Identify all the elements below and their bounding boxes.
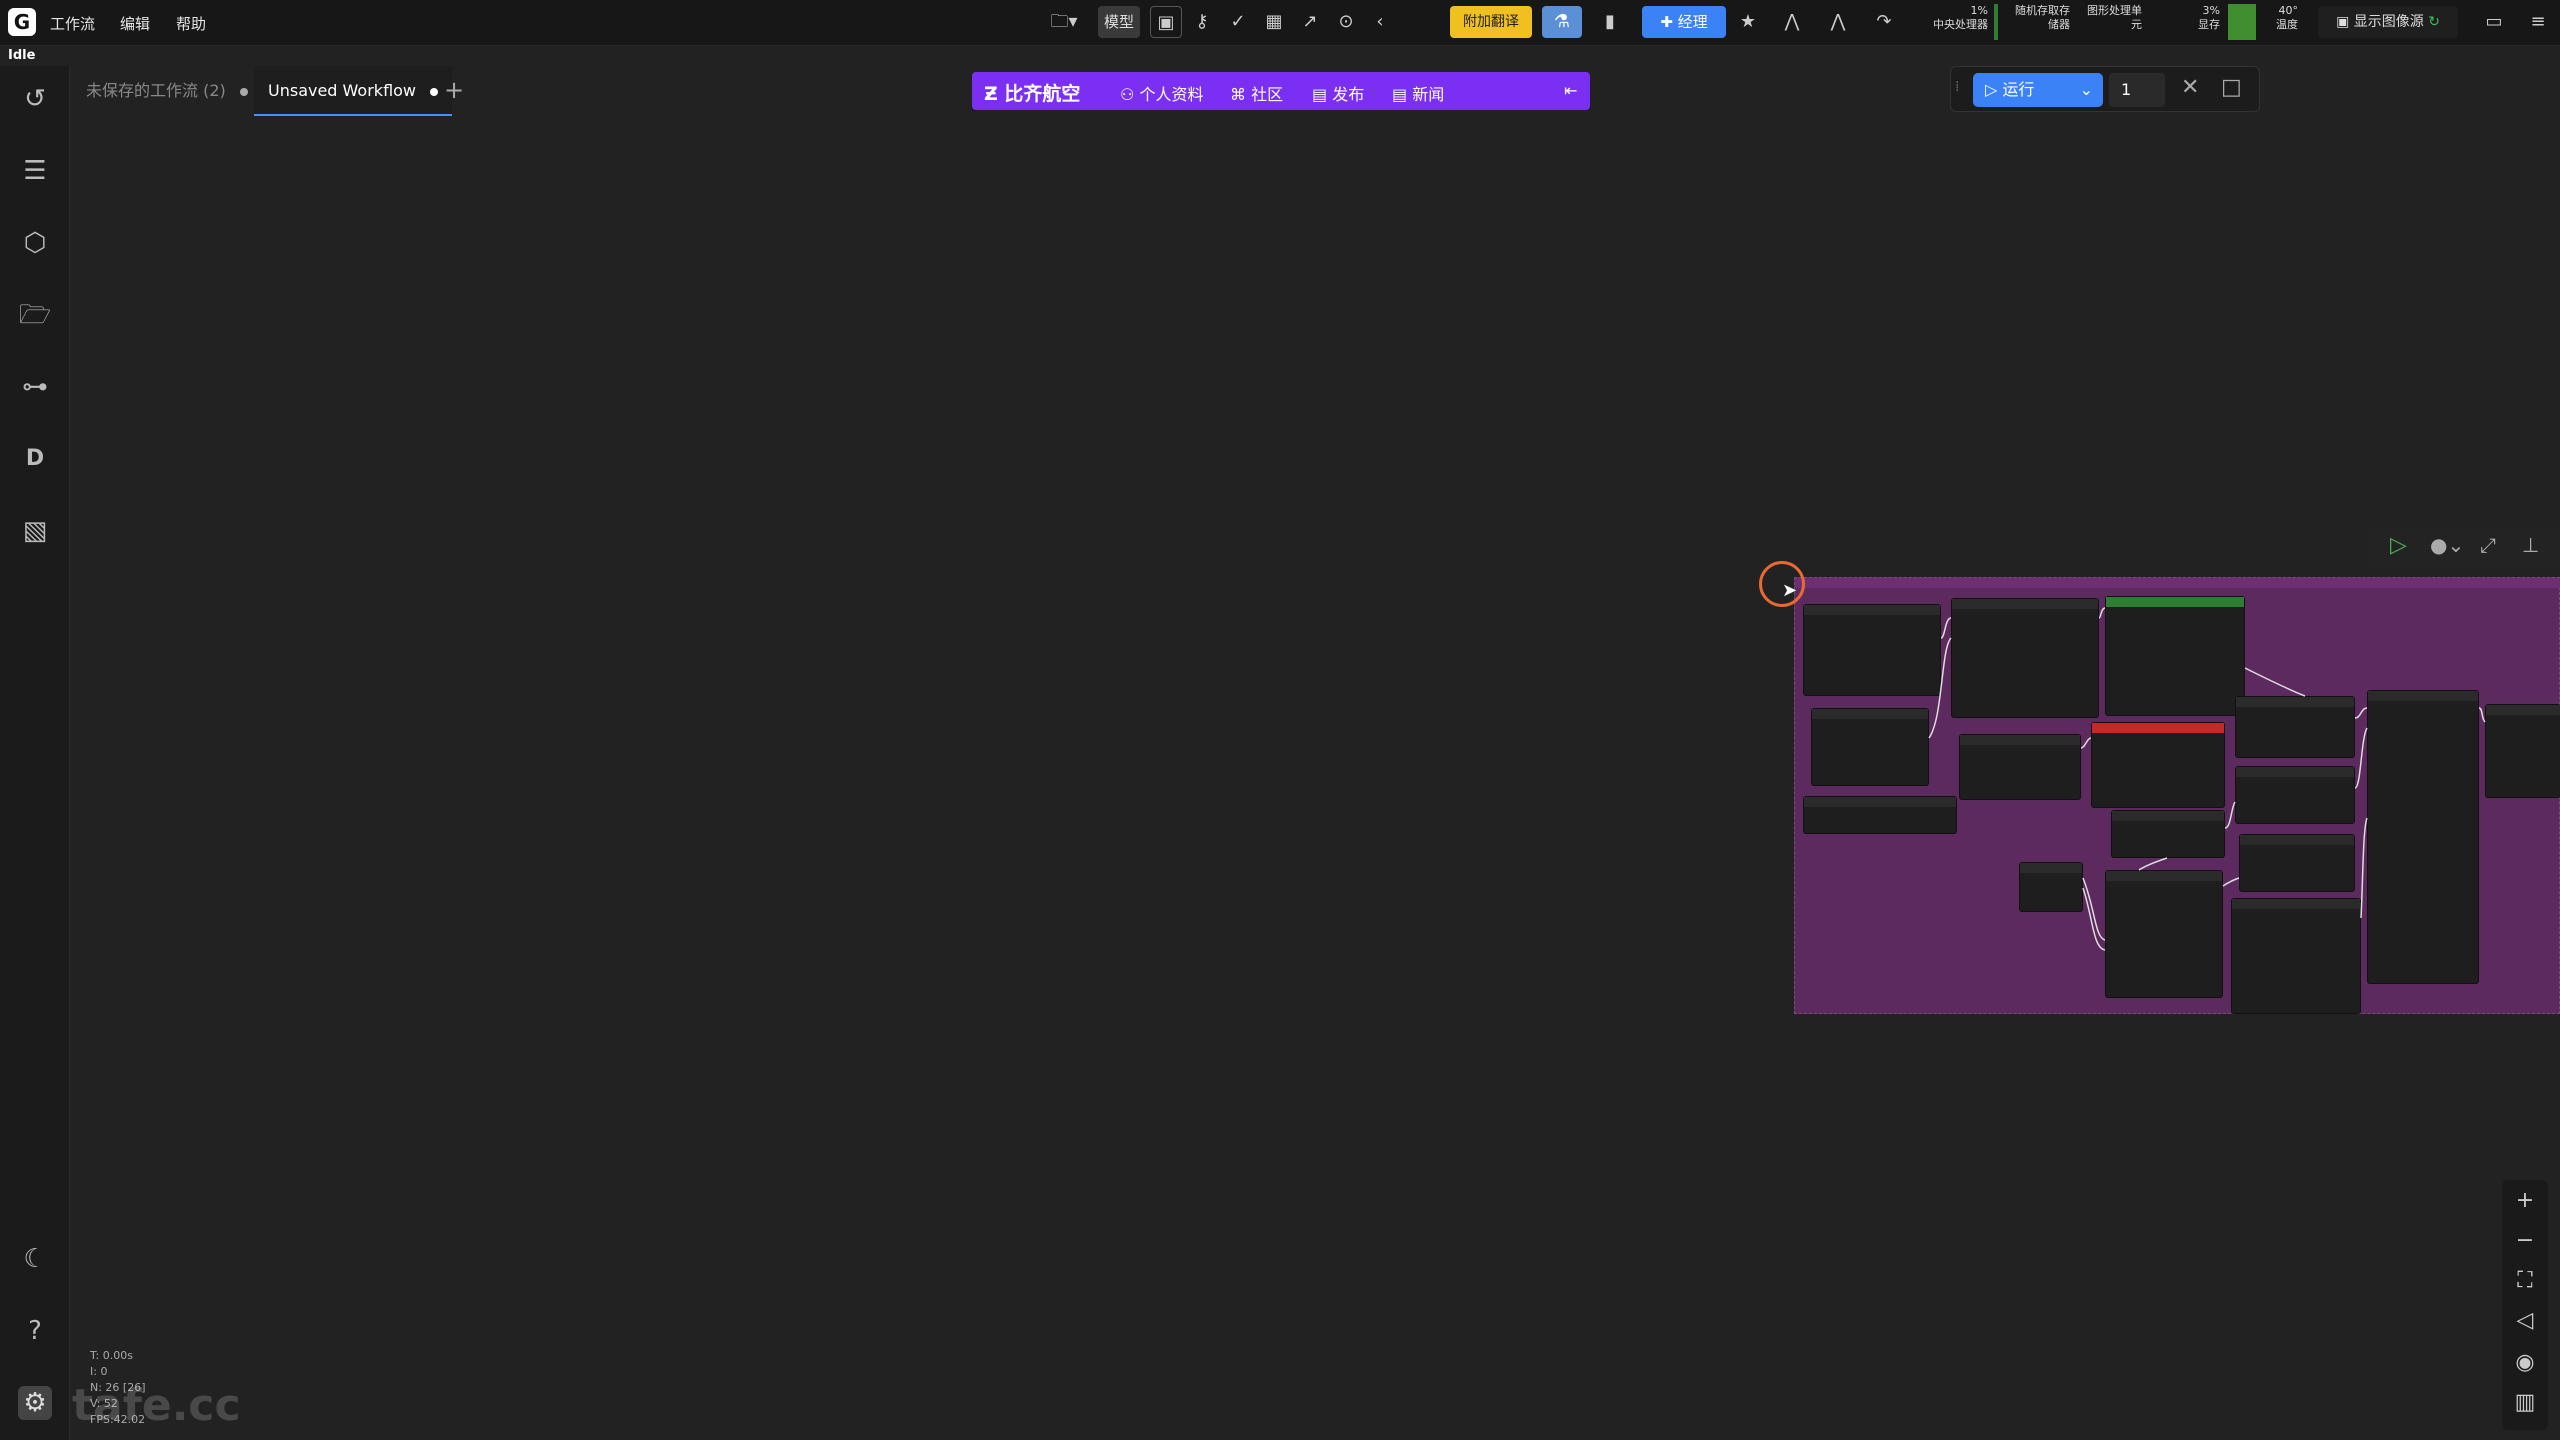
translate-button[interactable]: 附加翻译 bbox=[1450, 6, 1532, 38]
add-tab-icon[interactable]: + bbox=[438, 74, 470, 106]
selection-toolbar: ▷ ●⌄ ⤢ ⊥ bbox=[2368, 527, 2560, 567]
run-button[interactable]: ▷ 运行 ⌄ bbox=[1973, 73, 2103, 107]
banner-brand[interactable]: Ƶ 比齐航空 bbox=[984, 79, 1080, 106]
app-logo[interactable]: G bbox=[8, 8, 36, 36]
panel-icon[interactable]: ▭ bbox=[2478, 6, 2510, 38]
settings-gear-icon[interactable]: ⚙ bbox=[18, 1386, 52, 1420]
node-group[interactable] bbox=[1794, 577, 2560, 1014]
temp-stat: 40° 温度 bbox=[2276, 4, 2298, 31]
menu-workflow[interactable]: 工作流 bbox=[50, 13, 95, 34]
node-links bbox=[1928, 607, 2486, 951]
ai-icon[interactable]: ⚗ bbox=[1542, 6, 1582, 38]
play-icon[interactable]: ▷ bbox=[2390, 533, 2407, 558]
unsaved-dot bbox=[430, 87, 439, 96]
batch-count-input[interactable]: 1 bbox=[2109, 73, 2165, 107]
gallery-icon[interactable]: ▧ bbox=[18, 514, 52, 548]
check-icon[interactable]: ✓ bbox=[1222, 6, 1254, 38]
zoom-out-icon[interactable]: − bbox=[2510, 1226, 2540, 1256]
workflow-tree-icon[interactable]: ⊶ bbox=[18, 370, 52, 404]
image-icon: ▣ bbox=[2336, 14, 2354, 30]
chart-icon[interactable]: ↗ bbox=[1294, 6, 1326, 38]
refresh-icon: ↻ bbox=[2423, 14, 2440, 30]
tab-unsaved-workflow[interactable]: Unsaved Workflow bbox=[254, 66, 453, 116]
bypass-icon[interactable]: ⤢ bbox=[2480, 533, 2496, 557]
theme-moon-icon[interactable]: ☾ bbox=[18, 1242, 52, 1276]
banner-link-profile[interactable]: ⚇ 个人资料 bbox=[1120, 81, 1203, 105]
banner-link-community[interactable]: ⌘ 社区 bbox=[1230, 81, 1283, 105]
close-icon[interactable]: ✕ bbox=[2181, 75, 2199, 100]
collapse-icon[interactable]: ⇤ bbox=[1564, 81, 1577, 100]
run-panel: ⁞ ▷ 运行 ⌄ 1 ✕ □ bbox=[1950, 66, 2260, 112]
chevron-left-icon[interactable]: ‹ bbox=[1364, 6, 1396, 38]
gpu-stat: 图形处理单元 bbox=[2087, 4, 2142, 31]
key-icon[interactable]: ⚷ bbox=[1186, 6, 1218, 38]
manager-label: 经理 bbox=[1677, 13, 1708, 31]
banner-link-publish[interactable]: ▤ 发布 bbox=[1312, 81, 1364, 105]
puzzle-icon: ✚ bbox=[1660, 13, 1678, 31]
app-root: G 工作流 编辑 帮助 🗀▾ 模型 ▣ ⚷ ✓ ▦ ↗ ⊙ ‹ 附加翻译 ⚗ ▮… bbox=[0, 0, 2560, 1440]
model-button[interactable]: 模型 bbox=[1098, 6, 1140, 38]
pointer-mode-icon[interactable]: ◁ bbox=[2510, 1306, 2540, 1336]
status-label: Idle bbox=[8, 48, 36, 63]
bookmark-icon[interactable]: ▮ bbox=[1594, 6, 1626, 38]
drag-handle-icon[interactable]: ⁞ bbox=[1955, 79, 1959, 95]
node-icon-1[interactable]: ⋀ bbox=[1776, 6, 1808, 38]
share-icon[interactable]: ↷ bbox=[1868, 6, 1900, 38]
zoom-in-icon[interactable]: + bbox=[2510, 1186, 2540, 1216]
stop-icon[interactable]: □ bbox=[2221, 75, 2242, 100]
table-icon[interactable]: ▦ bbox=[1258, 6, 1290, 38]
tab-label: 未保存的工作流 (2) bbox=[86, 81, 226, 100]
star-icon[interactable]: ★ bbox=[1732, 6, 1764, 38]
cube-icon[interactable]: ⬡ bbox=[18, 226, 52, 260]
folder-open-icon[interactable]: 🗁 bbox=[18, 298, 52, 332]
eye-icon[interactable]: ◉ bbox=[2510, 1348, 2540, 1378]
manager-button[interactable]: ✚ 经理 bbox=[1642, 6, 1726, 38]
run-label: 运行 bbox=[2002, 80, 2035, 99]
pin-icon[interactable]: ⊥ bbox=[2522, 533, 2539, 557]
show-image-source-button[interactable]: ▣ 显示图像源 ↻ bbox=[2318, 6, 2458, 38]
temp-bar bbox=[2228, 4, 2256, 40]
canvas-controls: + − ⛶ ◁ ◉ ▥ bbox=[2502, 1180, 2548, 1430]
sidebar: ↺ ☰ ⬡ 🗁 ⊶ D ▧ ☾ ? ⚙ bbox=[0, 66, 70, 1440]
node-icon-2[interactable]: ⋀ bbox=[1822, 6, 1854, 38]
show-image-source-label: 显示图像源 bbox=[2353, 14, 2424, 30]
cpu-stat: 1% 中央处理器 bbox=[1933, 4, 1988, 31]
cpu-bar bbox=[1994, 4, 1998, 40]
unsaved-dot bbox=[239, 87, 248, 96]
history-icon[interactable]: ↺ bbox=[18, 82, 52, 116]
menu-icon[interactable]: ≡ bbox=[2522, 6, 2554, 38]
queue-icon[interactable]: ▣ bbox=[1150, 6, 1182, 38]
tab-unsaved-workflow-2[interactable]: 未保存的工作流 (2) bbox=[72, 66, 262, 116]
banner-link-news[interactable]: ▤ 新闻 bbox=[1392, 81, 1444, 105]
github-icon[interactable]: ⊙ bbox=[1330, 6, 1362, 38]
watermark: tafe.cc bbox=[72, 1380, 241, 1431]
queue-list-icon[interactable]: ☰ bbox=[18, 154, 52, 188]
color-picker-icon[interactable]: ●⌄ bbox=[2430, 533, 2464, 557]
folder-icon[interactable]: 🗀▾ bbox=[1040, 6, 1088, 38]
mouse-cursor-icon: ➤ bbox=[1782, 580, 1798, 601]
help-icon[interactable]: ? bbox=[18, 1314, 52, 1348]
vram-stat: 3% 显存 bbox=[2198, 4, 2220, 31]
chevron-down-icon: ⌄ bbox=[2079, 80, 2093, 99]
menubar: G 工作流 编辑 帮助 🗀▾ 模型 ▣ ⚷ ✓ ▦ ↗ ⊙ ‹ 附加翻译 ⚗ ▮… bbox=[0, 0, 2560, 46]
menu-help[interactable]: 帮助 bbox=[176, 13, 206, 34]
minimap-icon[interactable]: ▥ bbox=[2510, 1388, 2540, 1418]
ram-stat: 随机存取存 储器 bbox=[2015, 4, 2070, 31]
community-banner: Ƶ 比齐航空 ⚇ 个人资料 ⌘ 社区 ▤ 发布 ▤ 新闻 ⇤ bbox=[972, 72, 1590, 110]
fit-view-icon[interactable]: ⛶ bbox=[2510, 1266, 2540, 1296]
menu-edit[interactable]: 编辑 bbox=[120, 13, 150, 34]
play-icon: ▷ bbox=[1985, 80, 2003, 99]
sdppp-icon[interactable]: D bbox=[18, 442, 52, 476]
tab-label: Unsaved Workflow bbox=[268, 81, 417, 100]
